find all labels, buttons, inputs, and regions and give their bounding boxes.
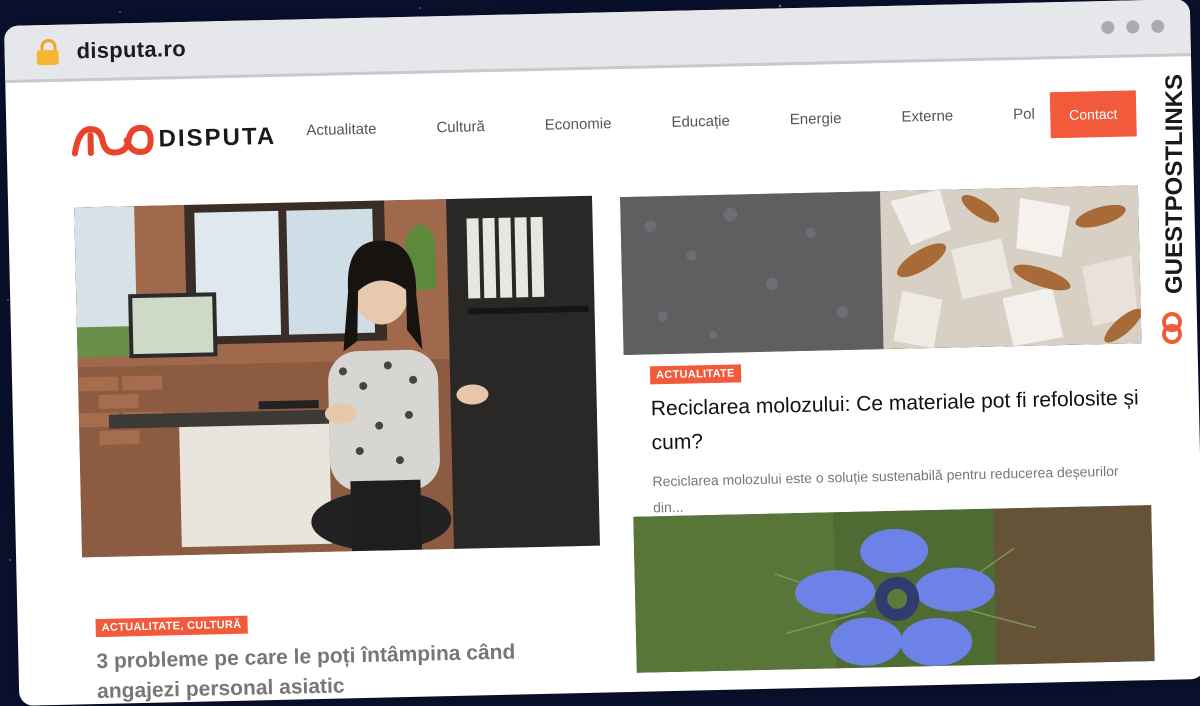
lock-icon — [36, 38, 59, 66]
featured-article-image[interactable] — [620, 185, 1142, 356]
main-article-title[interactable]: 3 probleme pe care le poți întâmpina cân… — [96, 636, 567, 705]
link-chain-icon — [1162, 312, 1182, 344]
flower-photo — [633, 505, 1155, 673]
nav-item-educatie[interactable]: Educație — [671, 113, 730, 131]
window-dot-icon[interactable] — [1126, 20, 1140, 34]
featured-article-title[interactable]: Reciclarea molozului: Ce materiale pot f… — [650, 381, 1151, 460]
secondary-article-image[interactable] — [633, 505, 1155, 673]
window-dot-icon[interactable] — [1151, 19, 1165, 33]
category-badge[interactable]: ACTUALITATE, CULTURĂ — [95, 615, 248, 638]
browser-window: disputa.ro DISPUTA Actualitate Cultură E… — [4, 0, 1200, 706]
url-text[interactable]: disputa.ro — [76, 36, 186, 64]
rubble-photo — [620, 185, 1142, 356]
guestpostlinks-watermark: GUESTPOSTLINKS — [1152, 58, 1192, 358]
main-navigation: Actualitate Cultură Economie Educație En… — [306, 104, 1095, 140]
office-photo — [74, 195, 600, 558]
contact-button[interactable]: Contact — [1049, 90, 1137, 139]
nav-item-externe[interactable]: Externe — [901, 107, 953, 125]
logo-mark-icon — [71, 124, 154, 157]
logo-text: DISPUTA — [158, 122, 277, 153]
category-badge[interactable]: ACTUALITATE — [649, 364, 741, 385]
nav-item-economie[interactable]: Economie — [545, 115, 612, 134]
window-controls — [1101, 19, 1165, 35]
nav-item-energie[interactable]: Energie — [790, 110, 842, 128]
watermark-text: GUESTPOSTLINKS — [1161, 74, 1188, 294]
site-logo[interactable]: DISPUTA — [70, 119, 276, 160]
website-content: DISPUTA Actualitate Cultură Economie Edu… — [5, 56, 1200, 703]
nav-item-pol[interactable]: Pol — [1013, 106, 1035, 123]
nav-item-cultura[interactable]: Cultură — [436, 118, 485, 136]
window-dot-icon[interactable] — [1101, 20, 1115, 35]
main-article-image[interactable] — [74, 195, 600, 558]
nav-item-actualitate[interactable]: Actualitate — [306, 121, 376, 140]
